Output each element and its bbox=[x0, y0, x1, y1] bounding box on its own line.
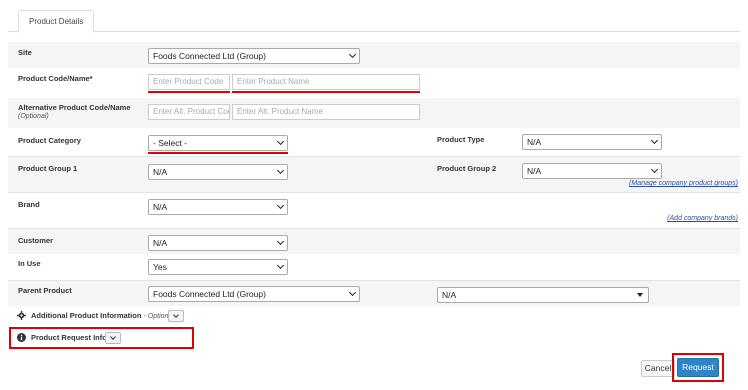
in-use-label: In Use bbox=[18, 259, 41, 268]
chevron-down-icon bbox=[276, 261, 285, 270]
product-category-row: Product Category - Select - Product Type… bbox=[8, 128, 740, 156]
brand-label: Brand bbox=[18, 200, 40, 209]
product-type-label: Product Type bbox=[437, 135, 485, 144]
tab-product-details[interactable]: Product Details bbox=[18, 10, 95, 33]
product-group-2-select[interactable]: N/A bbox=[522, 163, 662, 179]
request-info-section: Product Request Info bbox=[8, 328, 198, 348]
request-info-toggle[interactable] bbox=[105, 332, 121, 344]
product-group-1-select[interactable]: N/A bbox=[148, 164, 288, 180]
parent-product-row: Parent Product Foods Connected Ltd (Grou… bbox=[8, 280, 740, 306]
required-highlight bbox=[148, 152, 288, 154]
product-group-row: Product Group 1 N/A Product Group 2 N/A … bbox=[8, 156, 740, 192]
parent-product-secondary-select[interactable]: N/A bbox=[437, 287, 649, 303]
tab-bar: Product Details bbox=[8, 8, 740, 33]
caret-down-icon bbox=[637, 293, 643, 297]
brand-row: Brand N/A (Add company brands) bbox=[8, 192, 740, 228]
request-info-label: Product Request Info bbox=[31, 333, 107, 342]
in-use-row: In Use Yes bbox=[8, 254, 740, 280]
product-code-name-row: Product Code/Name* Enter Product Code En… bbox=[8, 68, 740, 98]
additional-info-toggle[interactable] bbox=[168, 310, 184, 322]
request-button[interactable]: Request bbox=[677, 358, 719, 377]
customer-select[interactable]: N/A bbox=[148, 235, 288, 251]
chevron-down-icon bbox=[348, 288, 357, 297]
product-code-name-label: Product Code/Name* bbox=[18, 74, 93, 83]
info-icon bbox=[17, 333, 26, 342]
cancel-button[interactable]: Cancel bbox=[641, 360, 675, 377]
product-code-input[interactable]: Enter Product Code bbox=[148, 74, 230, 90]
customer-row: Customer N/A bbox=[8, 228, 740, 254]
alt-product-code-name-label: Alternative Product Code/Name bbox=[18, 103, 131, 112]
product-group-2-label: Product Group 2 bbox=[437, 164, 497, 173]
site-row: Site Foods Connected Ltd (Group) bbox=[8, 42, 740, 68]
chevron-down-icon bbox=[650, 136, 659, 145]
chevron-down-icon bbox=[650, 165, 659, 174]
product-type-select[interactable]: N/A bbox=[522, 134, 662, 150]
required-highlight bbox=[148, 91, 230, 93]
alt-product-code-input[interactable]: Enter Alt. Product Code bbox=[148, 104, 230, 120]
optional-sublabel: (Optional) bbox=[18, 113, 49, 120]
additional-info-section: Additional Product Information - Optiona… bbox=[8, 306, 740, 326]
chevron-down-icon bbox=[276, 237, 285, 246]
alt-product-code-name-row: Alternative Product Code/Name (Optional)… bbox=[8, 98, 740, 128]
chevron-down-icon bbox=[276, 137, 285, 146]
alt-product-name-input[interactable]: Enter Alt. Product Name bbox=[232, 104, 420, 120]
required-highlight bbox=[232, 91, 420, 93]
chevron-down-icon bbox=[276, 201, 285, 210]
parent-product-select[interactable]: Foods Connected Ltd (Group) bbox=[148, 286, 360, 302]
product-group-1-label: Product Group 1 bbox=[18, 164, 78, 173]
add-company-brands-link[interactable]: (Add company brands) bbox=[667, 215, 738, 222]
brand-select[interactable]: N/A bbox=[148, 199, 288, 215]
product-category-select[interactable]: - Select - bbox=[148, 135, 288, 151]
chevron-down-icon bbox=[276, 166, 285, 175]
chevron-down-icon bbox=[348, 50, 357, 59]
site-select[interactable]: Foods Connected Ltd (Group) bbox=[148, 48, 360, 64]
site-label: Site bbox=[18, 48, 32, 57]
chevron-down-icon bbox=[173, 312, 179, 318]
parent-product-label: Parent Product bbox=[18, 286, 72, 295]
manage-product-groups-link[interactable]: (Manage company product groups) bbox=[629, 180, 738, 187]
customer-label: Customer bbox=[18, 236, 54, 245]
additional-info-label: Additional Product Information - Optiona… bbox=[31, 311, 174, 320]
gear-icon bbox=[17, 311, 26, 320]
product-category-label: Product Category bbox=[18, 136, 81, 145]
in-use-select[interactable]: Yes bbox=[148, 259, 288, 275]
product-name-input[interactable]: Enter Product Name bbox=[232, 74, 420, 90]
chevron-down-icon bbox=[110, 334, 116, 340]
